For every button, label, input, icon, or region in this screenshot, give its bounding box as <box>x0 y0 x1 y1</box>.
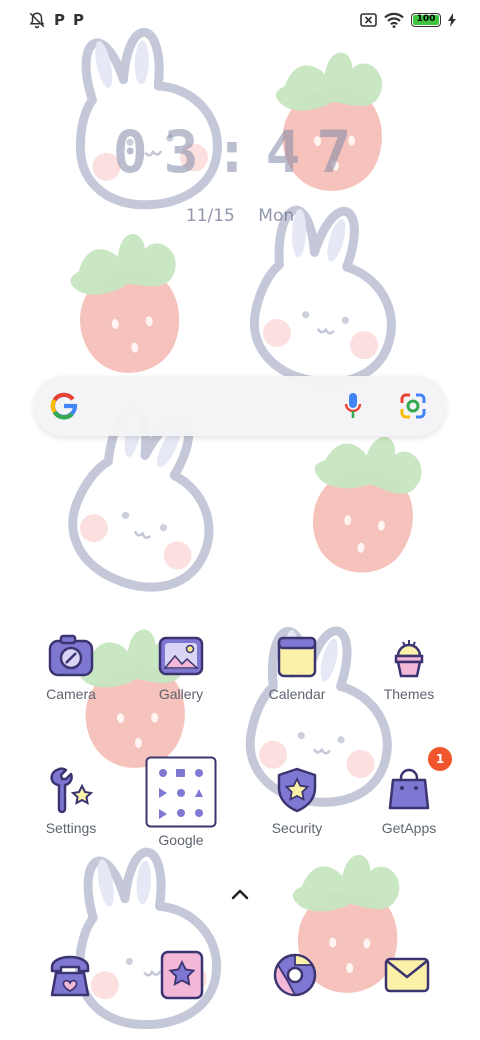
camera-icon <box>48 634 94 677</box>
app-google-folder[interactable]: Google <box>126 756 236 848</box>
security-icon <box>277 767 317 813</box>
app-label-camera: Camera <box>46 686 96 702</box>
app-label-settings: Settings <box>45 820 97 836</box>
bookmark-star-icon[interactable] <box>160 950 204 1000</box>
app-label-gallery: Gallery <box>158 686 204 702</box>
battery-icon: 100 <box>411 13 441 27</box>
notifications-off-icon <box>29 12 45 29</box>
getapps-notification-badge: 1 <box>428 747 452 771</box>
app-gallery[interactable]: Gallery <box>126 632 236 702</box>
getapps-icon <box>388 768 430 810</box>
calendar-icon <box>277 636 317 678</box>
app-calendar[interactable]: Calendar <box>242 632 352 702</box>
sim-off-icon <box>360 13 377 27</box>
battery-text: 100 <box>416 14 436 24</box>
clock-date[interactable]: 11/15 Mon <box>0 206 480 226</box>
google-folder-icon <box>145 756 217 828</box>
lens-icon[interactable] <box>400 393 426 419</box>
messages-icon[interactable] <box>384 955 430 995</box>
clock-time[interactable]: 03:47 <box>0 118 480 186</box>
status-left: P P <box>28 11 84 29</box>
app-label-themes: Themes <box>383 686 435 702</box>
status-letter-p2: P <box>73 11 84 29</box>
status-right: 100 <box>360 12 456 28</box>
chevron-up-icon[interactable] <box>228 884 252 904</box>
wifi-icon <box>384 12 404 28</box>
status-letter-p1: P <box>54 11 65 29</box>
browser-icon[interactable] <box>272 952 318 998</box>
app-label-google: Google <box>158 832 204 848</box>
google-logo <box>50 392 78 420</box>
phone-icon[interactable] <box>46 953 94 999</box>
settings-icon <box>50 767 94 814</box>
mic-icon[interactable] <box>344 392 362 420</box>
app-themes[interactable]: Themes <box>354 632 464 702</box>
charging-icon <box>448 13 456 27</box>
app-security[interactable]: Security <box>242 766 352 836</box>
app-label-security: Security <box>271 820 323 836</box>
app-label-getapps: GetApps <box>381 820 437 836</box>
app-label-calendar: Calendar <box>268 686 326 702</box>
app-settings[interactable]: Settings <box>16 766 126 836</box>
app-camera[interactable]: Camera <box>16 632 126 702</box>
gallery-icon <box>158 636 204 676</box>
app-getapps[interactable]: GetApps <box>354 766 464 836</box>
status-bar: P P 100 <box>0 0 480 42</box>
google-search-bar[interactable] <box>34 376 446 436</box>
themes-icon <box>394 640 424 678</box>
